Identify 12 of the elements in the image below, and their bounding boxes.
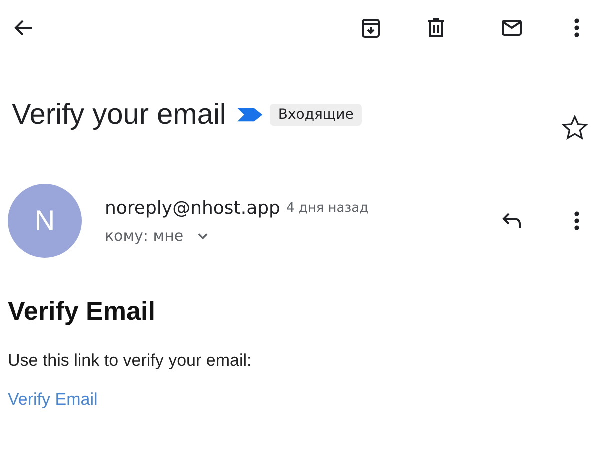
sender-address: noreply@nhost.app [105,198,280,218]
email-subject: Verify your email [12,98,226,132]
email-text: Use this link to verify your email: [8,351,252,371]
sender-avatar: N [8,184,82,258]
more-options-icon[interactable] [574,16,580,40]
verify-email-link[interactable]: Verify Email [8,390,98,410]
star-button[interactable] [561,114,589,142]
more-options-icon[interactable] [574,209,580,233]
inbox-label: Входящие [270,104,362,126]
email-heading: Verify Email [8,296,156,327]
received-time: 4 дня назад [286,200,369,216]
recipient-text: кому: мне [105,226,184,244]
